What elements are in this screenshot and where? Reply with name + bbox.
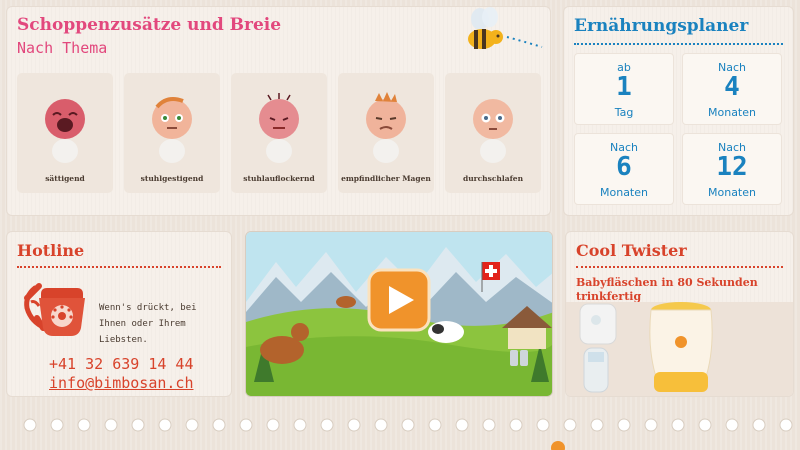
play-icon[interactable] (367, 268, 431, 332)
plan-card-number: 6 (616, 152, 632, 182)
theme-label: stuhlauflockernd (243, 174, 315, 183)
planer-panel: Ernährungsplaner ab 1 Tag Nach 4 Monaten… (563, 6, 794, 216)
baby-icon (366, 92, 406, 163)
themes-title: Schoppenzusätze und Breie (17, 15, 282, 35)
perforation-hole (77, 418, 91, 432)
hotline-text: Wenn's drückt, bei Ihnen oder Ihrem Lieb… (99, 303, 197, 345)
cool-twister-panel[interactable]: Cool Twister Babyfläschen in 80 Sekunden… (565, 231, 794, 397)
perforation-hole (347, 418, 361, 432)
plan-card-4-monaten[interactable]: Nach 4 Monaten (682, 53, 782, 125)
telephone-icon (24, 283, 85, 336)
cool-twister-product-image (566, 302, 793, 396)
theme-card-stuhlgestigend[interactable]: stuhlgestigend (124, 73, 220, 193)
perforation-hole (23, 418, 37, 432)
theme-label: durchschlafen (462, 174, 524, 183)
plan-card-bottom: Monaten (708, 106, 756, 119)
hotline-phone-link[interactable]: +41 32 639 14 44 (49, 355, 194, 373)
theme-label: stuhlgestigend (140, 174, 204, 183)
themes-panel: Schoppenzusätze und Breie Nach Thema sät… (6, 6, 551, 216)
baby-icon (259, 93, 299, 163)
theme-card-saettigend[interactable]: sättigend (17, 73, 113, 193)
plan-card-number: 12 (716, 152, 748, 182)
baby-icon (152, 97, 192, 163)
divider (574, 43, 783, 45)
perforation-hole (428, 418, 442, 432)
theme-label: sättigend (45, 174, 85, 183)
perforated-edge (23, 418, 793, 450)
perforation-hole (158, 418, 172, 432)
crying-baby-icon (45, 99, 85, 163)
perforation-hole (374, 418, 388, 432)
perforation-hole (779, 418, 793, 432)
baby-icon (473, 99, 513, 163)
perforation-hole (617, 418, 631, 432)
perforation-hole (131, 418, 145, 432)
perforation-hole (725, 418, 739, 432)
theme-label: empfindlicher Magen (341, 174, 431, 183)
hotline-email-link[interactable]: info@bimbosan.ch (49, 374, 194, 392)
perforation-hole (212, 418, 226, 432)
plan-card-12-monaten[interactable]: Nach 12 Monaten (682, 133, 782, 205)
perforation-hole (320, 418, 334, 432)
divider (17, 266, 221, 268)
perforation-hole (293, 418, 307, 432)
twister-title: Cool Twister (576, 241, 687, 260)
perforation-hole (752, 418, 766, 432)
bee-icon (468, 7, 543, 49)
plan-card-bottom: Monaten (708, 186, 756, 199)
plan-card-number: 1 (616, 72, 632, 102)
plan-card-6-monaten[interactable]: Nach 6 Monaten (574, 133, 674, 205)
perforation-hole (563, 418, 577, 432)
plan-card-number: 4 (724, 72, 740, 102)
perforation-hole (644, 418, 658, 432)
hotline-panel: Hotline Wenn's drückt, bei Ihnen oder Ih… (6, 231, 232, 397)
plan-card-1-tag[interactable]: ab 1 Tag (574, 53, 674, 125)
perforation-hole (482, 418, 496, 432)
video-thumbnail (246, 232, 552, 396)
perforation-hole (50, 418, 64, 432)
perforation-hole (536, 418, 550, 432)
plan-card-bottom: Monaten (600, 186, 648, 199)
themes-subtitle: Nach Thema (17, 39, 108, 57)
perforation-hole (185, 418, 199, 432)
twister-subtitle: Babyfläschen in 80 Sekunden trinkfertig (576, 276, 758, 303)
perforation-hole (455, 418, 469, 432)
perforation-hole (239, 418, 253, 432)
scroll-indicator[interactable] (551, 441, 565, 450)
perforation-hole (266, 418, 280, 432)
planer-title: Ernährungsplaner (574, 16, 749, 36)
perforation-hole (698, 418, 712, 432)
video-panel[interactable] (245, 231, 553, 397)
perforation-hole (104, 418, 118, 432)
theme-card-durchschlafen[interactable]: durchschlafen (445, 73, 541, 193)
perforation-hole (509, 418, 523, 432)
divider (576, 266, 783, 268)
theme-card-stuhlauflockernd[interactable]: stuhlauflockernd (231, 73, 327, 193)
plan-card-bottom: Tag (614, 106, 634, 119)
theme-card-empfindlicher-magen[interactable]: empfindlicher Magen (338, 73, 434, 193)
hotline-title: Hotline (17, 241, 85, 260)
perforation-hole (590, 418, 604, 432)
perforation-hole (401, 418, 415, 432)
perforation-hole (671, 418, 685, 432)
